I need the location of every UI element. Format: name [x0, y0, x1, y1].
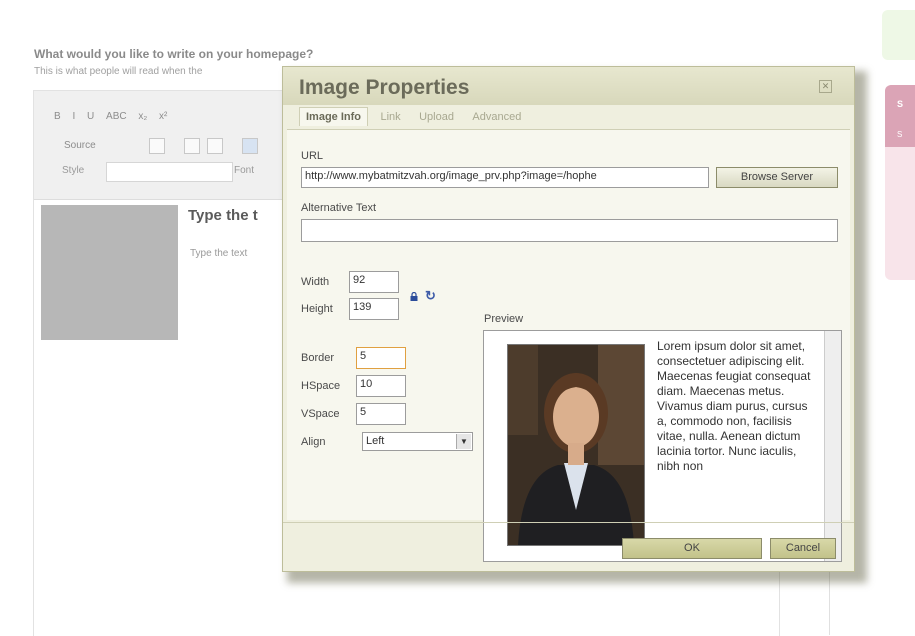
tab-advanced[interactable]: Advanced	[466, 108, 527, 126]
alt-text-field[interactable]	[301, 219, 838, 242]
preview-photo	[507, 344, 645, 546]
content-heading: Type the t	[188, 207, 258, 224]
border-label: Border	[301, 352, 335, 364]
italic-button[interactable]: I	[72, 111, 75, 122]
preview-text: Lorem ipsum dolor sit amet, consectetuer…	[657, 339, 811, 473]
tab-link[interactable]: Link	[374, 108, 406, 126]
browse-server-button[interactable]: Browse Server	[716, 167, 838, 188]
subscript-button[interactable]: x₂	[138, 111, 147, 122]
hspace-field[interactable]: 10	[356, 375, 406, 397]
preview-box: Lorem ipsum dolor sit amet, consectetuer…	[483, 330, 842, 562]
vspace-field[interactable]: 5	[356, 403, 406, 425]
superscript-button[interactable]: x²	[159, 111, 167, 122]
style-label: Style	[62, 165, 85, 176]
bold-button[interactable]: B	[54, 111, 61, 122]
dialog-body: URL http://www.mybatmitzvah.org/image_pr…	[287, 129, 850, 562]
image-placeholder	[41, 205, 178, 340]
new-page-icon[interactable]	[184, 138, 200, 154]
ok-button[interactable]: OK	[622, 538, 762, 559]
source-button[interactable]: Source	[64, 140, 96, 151]
underline-button[interactable]: U	[87, 111, 94, 122]
chevron-down-icon[interactable]: ▼	[456, 434, 471, 449]
height-label: Height	[301, 303, 333, 315]
dialog-titlebar[interactable]: Image Properties ✕	[283, 67, 854, 105]
side-pink-title: S	[897, 99, 904, 109]
preview-scrollbar[interactable]	[824, 331, 841, 561]
footer-divider	[283, 522, 854, 523]
close-icon[interactable]: ✕	[819, 80, 832, 93]
tab-upload[interactable]: Upload	[413, 108, 460, 126]
toolbar-format-row: B I U ABC x₂ x²	[54, 111, 176, 122]
font-label: Font	[234, 165, 255, 176]
border-field[interactable]: 5	[356, 347, 406, 369]
image-icon[interactable]	[242, 138, 258, 154]
preview-icon[interactable]	[207, 138, 223, 154]
side-green-panel	[882, 10, 915, 60]
hspace-label: HSpace	[301, 380, 341, 392]
align-select[interactable]: Left ▼	[362, 432, 473, 451]
lock-ratio-icon[interactable]	[410, 292, 418, 301]
url-label: URL	[301, 150, 324, 162]
side-pink-subtitle: S	[897, 130, 903, 139]
strike-button[interactable]: ABC	[106, 111, 127, 122]
style-select[interactable]	[106, 162, 233, 182]
editor-toolbar: B I U ABC x₂ x² Source	[34, 91, 294, 200]
image-properties-dialog: Image Properties ✕ Image Info Link Uploa…	[282, 66, 855, 572]
align-label: Align	[301, 436, 326, 448]
alt-text-label: Alternative Text	[301, 202, 377, 214]
reset-size-icon[interactable]: ↻	[425, 288, 436, 304]
cancel-button[interactable]: Cancel	[770, 538, 836, 559]
dialog-title: Image Properties	[299, 76, 470, 99]
width-label: Width	[301, 276, 330, 288]
vspace-label: VSpace	[301, 408, 340, 420]
preview-label: Preview	[484, 313, 524, 325]
url-field[interactable]: http://www.mybatmitzvah.org/image_prv.ph…	[301, 167, 709, 188]
align-value: Left	[366, 435, 385, 447]
homepage-question: What would you like to write on your hom…	[34, 47, 314, 61]
template-icon[interactable]	[149, 138, 165, 154]
dialog-tabs: Image Info Link Upload Advanced	[299, 107, 529, 129]
content-text: Type the text	[190, 248, 248, 259]
homepage-subtext: This is what people will read when the	[34, 66, 203, 77]
tab-image-info[interactable]: Image Info	[299, 107, 369, 126]
height-field[interactable]: 139	[349, 298, 399, 320]
width-field[interactable]: 92	[349, 271, 399, 293]
